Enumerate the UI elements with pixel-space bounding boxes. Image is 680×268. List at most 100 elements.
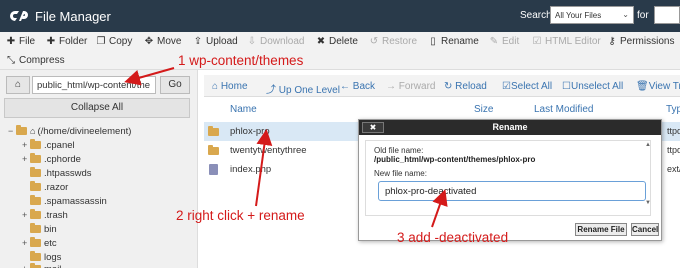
permissions-button[interactable]: ⚷ Permissions bbox=[607, 36, 674, 47]
tree-item-bin[interactable]: bin bbox=[22, 223, 57, 235]
path-input[interactable]: public_html/wp-content/the bbox=[32, 76, 156, 94]
go-button[interactable]: Go bbox=[160, 76, 190, 94]
delete-button[interactable]: ✖ Delete bbox=[316, 36, 358, 47]
html-editor-button[interactable]: ☑ HTML Editor bbox=[532, 36, 601, 47]
tree-item-cphorde[interactable]: + .cphorde bbox=[22, 153, 81, 165]
tree-item-htpasswds[interactable]: .htpasswds bbox=[22, 167, 92, 179]
edit-icon: ✎ bbox=[489, 36, 499, 47]
folder-icon bbox=[30, 167, 41, 177]
rename-icon: ▯ bbox=[430, 36, 436, 47]
tree-item-mail[interactable]: +mail bbox=[22, 263, 61, 268]
back-button[interactable]: ← Back bbox=[340, 81, 375, 92]
scroll-down-icon[interactable]: ▼ bbox=[645, 200, 651, 206]
folder-icon bbox=[208, 145, 219, 155]
restore-button[interactable]: ↺ Restore bbox=[369, 36, 417, 47]
type-cell: ext/x bbox=[667, 164, 680, 174]
new-file-button[interactable]: ✚ File bbox=[6, 36, 35, 47]
select-all-button[interactable]: ☑Select All bbox=[502, 81, 552, 92]
home-icon: ⌂ bbox=[212, 81, 221, 92]
new-folder-button[interactable]: ✚ Folder bbox=[46, 36, 88, 47]
copy-icon: ❐ bbox=[96, 36, 106, 47]
search-input[interactable] bbox=[654, 6, 680, 24]
annotation-step3: 3 add -deactivated bbox=[397, 230, 509, 245]
delete-icon: ✖ bbox=[316, 36, 326, 47]
up-one-level-button[interactable]: ⤴ Up One Level bbox=[266, 81, 340, 96]
move-button[interactable]: ✥ Move bbox=[144, 36, 182, 47]
home-icon: ⌂ bbox=[14, 79, 22, 90]
compress-icon: ⤡ bbox=[7, 55, 15, 66]
home-icon: ⌂ bbox=[30, 126, 36, 136]
home-button[interactable]: ⌂ bbox=[6, 76, 30, 94]
folder-icon bbox=[30, 181, 41, 191]
tree-expand-toggle[interactable]: + bbox=[22, 154, 30, 164]
top-bar: File Manager Search All Your Files ⌄ for bbox=[0, 0, 680, 32]
path-row: ⌂ public_html/wp-content/the Go bbox=[4, 76, 194, 94]
dialog-body: Old file name: /public_html/wp-content/t… bbox=[365, 140, 651, 216]
back-arrow-icon: ← bbox=[340, 81, 353, 92]
folder-icon bbox=[30, 209, 41, 219]
tree-collapse-toggle[interactable]: − bbox=[8, 126, 16, 136]
toolbar: ✚ File ✚ Folder ❐ Copy ✥ Move ⇪ Upload ⇩ Downl… bbox=[0, 32, 680, 70]
tree-item-logs[interactable]: logs bbox=[22, 251, 61, 263]
edit-button[interactable]: ✎ Edit bbox=[489, 36, 519, 47]
reload-button[interactable]: ↻ Reload bbox=[444, 81, 487, 92]
folder-icon bbox=[30, 195, 41, 205]
file-name: index.php bbox=[230, 164, 272, 175]
column-header-row: Name Size Last Modified Type bbox=[204, 100, 680, 118]
file-name: twentytwentythree bbox=[230, 145, 307, 156]
upload-button[interactable]: ⇪ Upload bbox=[193, 36, 238, 47]
copy-button[interactable]: ❐ Copy bbox=[96, 36, 133, 47]
tree-item-etc[interactable]: + etc bbox=[22, 237, 57, 249]
collapse-all-button[interactable]: Collapse All bbox=[4, 98, 190, 118]
plus-icon: ✚ bbox=[6, 36, 16, 47]
folder-icon bbox=[30, 139, 41, 149]
file-name: phlox-pro bbox=[230, 126, 270, 137]
search-scope-value: All Your Files bbox=[555, 11, 602, 20]
unselect-all-button[interactable]: ☐Unselect All bbox=[562, 81, 623, 92]
cancel-button[interactable]: Cancel bbox=[631, 223, 659, 236]
close-button[interactable]: ✖ bbox=[362, 122, 384, 133]
column-last-modified[interactable]: Last Modified bbox=[534, 104, 593, 115]
folder-icon bbox=[16, 125, 27, 135]
for-label: for bbox=[637, 10, 649, 21]
download-button[interactable]: ⇩ Download bbox=[247, 36, 305, 47]
upload-icon: ⇪ bbox=[193, 36, 203, 47]
plus-icon: ✚ bbox=[46, 36, 56, 47]
rename-file-button[interactable]: Rename File bbox=[575, 223, 627, 236]
tree-item-spamassassin[interactable]: .spamassassin bbox=[22, 195, 107, 207]
scroll-up-icon[interactable]: ▲ bbox=[645, 142, 651, 148]
tree-item-home[interactable]: − ⌂ (/home/divineelement) bbox=[8, 125, 131, 137]
compress-button[interactable]: ⤡ Compress bbox=[6, 55, 65, 66]
new-file-name-label: New file name: bbox=[374, 169, 427, 178]
search-label: Search bbox=[520, 10, 552, 21]
forward-button[interactable]: → Forward bbox=[386, 81, 435, 92]
tree-expand-toggle[interactable]: + bbox=[22, 210, 30, 220]
folder-icon bbox=[30, 251, 41, 261]
type-cell: ttpd bbox=[667, 126, 680, 136]
column-type[interactable]: Type bbox=[666, 104, 680, 115]
tree-item-trash[interactable]: + .trash bbox=[22, 209, 68, 221]
tree-item-cpanel[interactable]: + .cpanel bbox=[22, 139, 75, 151]
tree-expand-toggle[interactable]: + bbox=[22, 140, 30, 150]
new-file-name-input[interactable]: phlox-pro-deactivated bbox=[378, 181, 646, 201]
type-cell: ttpd bbox=[667, 145, 680, 155]
navigation-bar: ⌂ Home ⤴ Up One Level ← Back → Forward ↻… bbox=[204, 75, 680, 97]
checkbox-icon: ☐ bbox=[562, 81, 571, 92]
old-file-name-label: Old file name: bbox=[374, 146, 424, 155]
column-name[interactable]: Name bbox=[230, 104, 257, 115]
php-file-icon bbox=[209, 164, 218, 175]
folder-icon bbox=[30, 237, 41, 247]
annotation-step1: 1 wp-content/themes bbox=[178, 53, 304, 68]
tree-expand-toggle[interactable]: + bbox=[22, 238, 30, 248]
tree-item-razor[interactable]: .razor bbox=[22, 181, 68, 193]
html-editor-icon: ☑ bbox=[532, 36, 542, 47]
reload-icon: ↻ bbox=[444, 81, 456, 92]
tree-expand-toggle[interactable]: + bbox=[22, 264, 30, 268]
search-scope-select[interactable]: All Your Files ⌄ bbox=[550, 6, 634, 24]
column-size[interactable]: Size bbox=[474, 104, 493, 115]
view-trash-button[interactable]: 🗑View Tra bbox=[636, 81, 680, 92]
trash-icon: 🗑 bbox=[636, 81, 649, 92]
app-title: File Manager bbox=[35, 9, 111, 24]
home-nav-button[interactable]: ⌂ Home bbox=[212, 81, 248, 92]
rename-button[interactable]: ▯ Rename bbox=[428, 36, 479, 47]
